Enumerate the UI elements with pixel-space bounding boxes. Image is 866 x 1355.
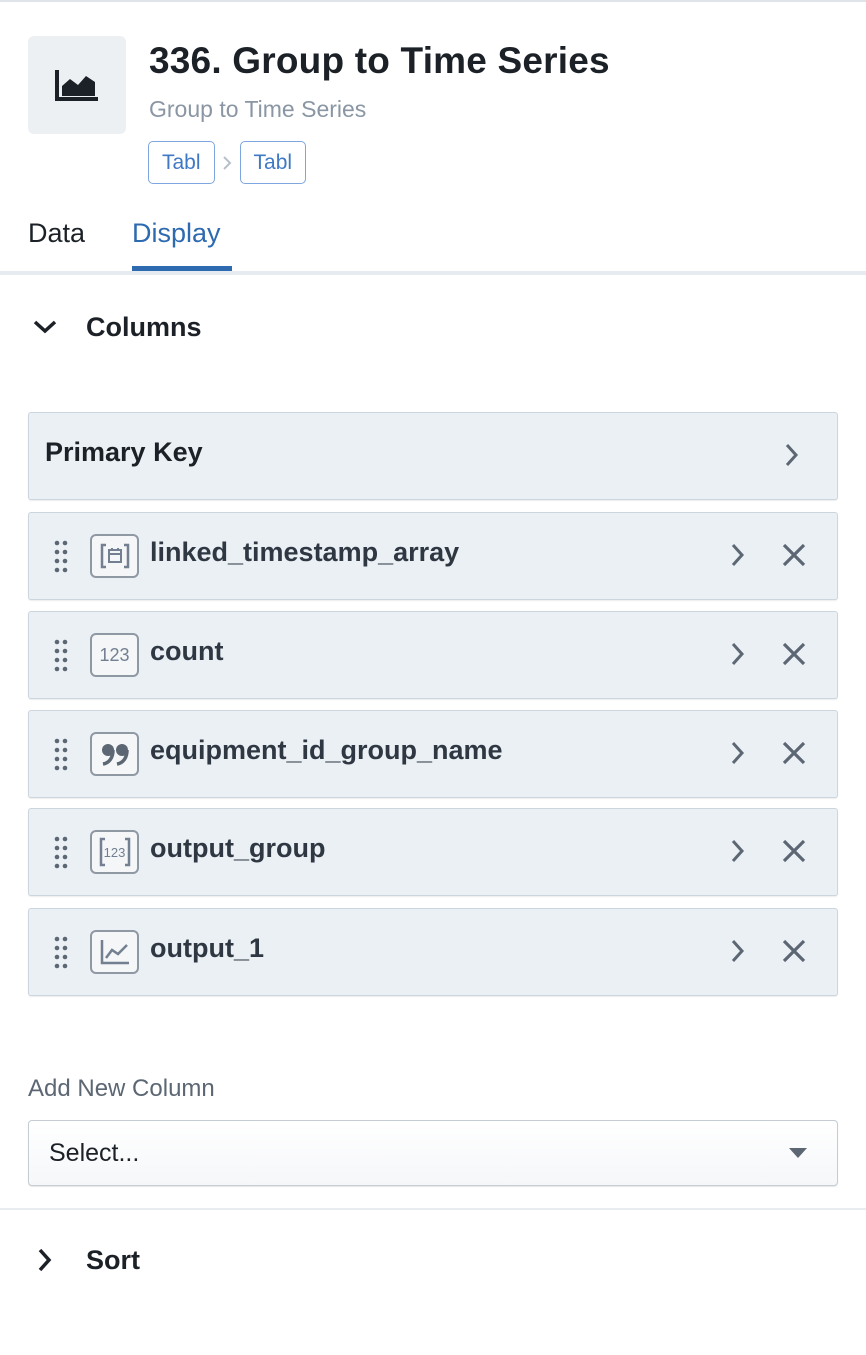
column-name: equipment_id_group_name [150,735,503,765]
sort-section-toggle[interactable]: Sort [32,1240,140,1280]
timestamp-array-icon [90,534,139,578]
column-row[interactable]: linked_timestamp_array [28,512,838,600]
column-name: linked_timestamp_array [150,537,460,567]
node-subtitle: Group to Time Series [149,96,367,122]
chevron-right-icon [38,1248,52,1272]
close-icon[interactable] [781,542,807,568]
column-name: output_1 [150,933,264,963]
chevron-right-icon[interactable] [729,739,747,767]
section-divider [0,1208,866,1210]
drag-handle-icon[interactable] [53,737,69,771]
add-column-select[interactable]: Select... [28,1120,838,1186]
input-type-pill[interactable]: Tabl [148,141,215,184]
add-column-label: Add New Column [28,1075,215,1102]
chevron-right-icon[interactable] [729,541,747,569]
top-border [0,0,866,2]
columns-section-label: Columns [86,311,202,342]
column-row[interactable]: 123 output_group [28,808,838,896]
columns-section-toggle[interactable]: Columns [32,307,202,347]
drag-handle-icon[interactable] [53,935,69,969]
column-name: count [150,636,224,666]
tab-data[interactable]: Data [28,218,85,249]
column-row[interactable]: equipment_id_group_name [28,710,838,798]
number-icon: 123 [90,633,139,677]
close-icon[interactable] [781,641,807,667]
caret-down-icon [789,1148,807,1158]
sort-section-label: Sort [86,1244,140,1275]
node-header: 336. Group to Time Series Group to Time … [28,36,838,186]
input-output-pills: Tabl Tabl [148,141,307,184]
chevron-right-icon [785,443,799,467]
tab-display[interactable]: Display [132,218,221,249]
number-icon-text: 123 [99,644,130,665]
chevron-right-icon[interactable] [729,937,747,965]
number-array-icon: 123 [90,830,139,874]
drag-handle-icon[interactable] [53,638,69,672]
column-row[interactable]: 123 count [28,611,838,699]
primary-key-label: Primary Key [45,437,203,467]
select-value: Select... [49,1139,140,1167]
chevron-right-icon [215,154,240,172]
drag-handle-icon[interactable] [53,539,69,573]
chevron-right-icon[interactable] [729,837,747,865]
column-row[interactable]: output_1 [28,908,838,996]
chevron-right-icon[interactable] [729,640,747,668]
drag-handle-icon[interactable] [53,835,69,869]
time-series-icon [90,930,139,974]
node-title: 336. Group to Time Series [149,40,610,81]
tab-bar-divider [0,271,866,275]
output-type-pill[interactable]: Tabl [239,141,307,184]
string-quote-icon [90,732,139,776]
close-icon[interactable] [781,740,807,766]
area-chart-icon [28,36,126,134]
column-name: output_group [150,833,326,863]
close-icon[interactable] [781,838,807,864]
close-icon[interactable] [781,938,807,964]
primary-key-row[interactable]: Primary Key [28,412,838,500]
chevron-down-icon [33,320,57,334]
